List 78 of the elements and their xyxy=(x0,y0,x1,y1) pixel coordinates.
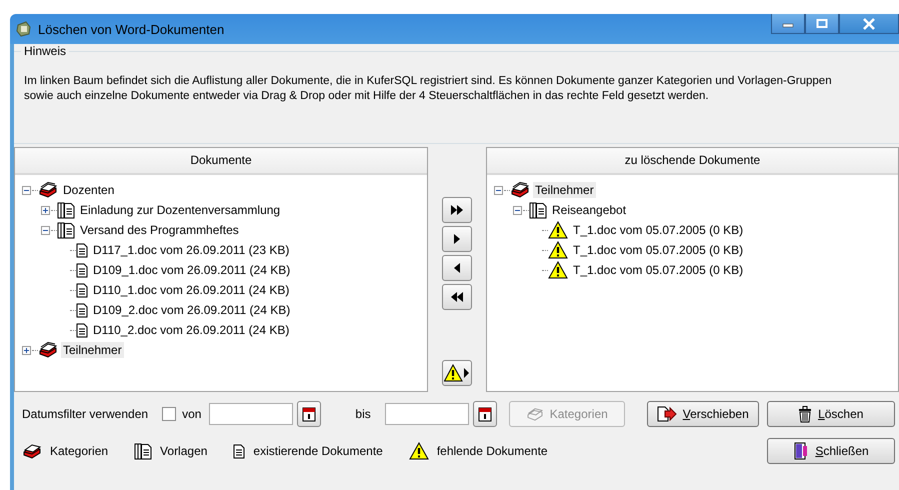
calendar-icon xyxy=(478,406,492,422)
date-filter-label: Datumsfilter verwenden xyxy=(22,407,148,421)
legend-label: Vorlagen xyxy=(160,444,208,458)
door-icon xyxy=(793,442,810,460)
tree-item[interactable]: Einladung zur Dozentenversammlung xyxy=(78,202,282,218)
move-missing-button[interactable] xyxy=(442,360,472,386)
maximize-icon xyxy=(816,18,828,28)
tree-item[interactable]: T_1.doc vom 05.07.2005 (0 KB) xyxy=(571,262,746,278)
trash-can-icon xyxy=(798,406,812,422)
app-icon xyxy=(16,21,32,37)
page-stack-icon xyxy=(134,442,152,460)
warning-icon xyxy=(548,221,568,239)
document-icon xyxy=(76,322,88,338)
calendar-button[interactable] xyxy=(472,401,497,427)
warning-icon xyxy=(548,261,568,279)
document-icon xyxy=(233,444,246,458)
delete-list-header: zu löschende Dokumente xyxy=(487,148,898,175)
left-arrow-button[interactable] xyxy=(442,255,472,281)
tree-item[interactable]: D110_1.doc vom 26.09.2011 (24 KB) xyxy=(91,282,292,298)
minimize-button[interactable] xyxy=(771,14,805,34)
legend-label: Kategorien xyxy=(50,444,108,458)
tree-item[interactable]: Teilnehmer xyxy=(533,182,596,198)
expand-icon[interactable] xyxy=(40,204,51,216)
document-icon xyxy=(76,242,88,258)
document-arrow-icon xyxy=(656,406,677,422)
drawer-stack-icon xyxy=(510,182,530,198)
right-arrow-button[interactable] xyxy=(442,226,472,252)
tree-item[interactable]: D110_2.doc vom 26.09.2011 (24 KB) xyxy=(91,322,292,338)
document-icon xyxy=(76,302,88,318)
tree-item[interactable]: Reiseangebot xyxy=(550,202,628,218)
drawer-stack-icon xyxy=(526,407,544,421)
close-button[interactable] xyxy=(839,14,899,34)
maximize-button[interactable] xyxy=(805,14,839,34)
delete-button[interactable]: Löschen xyxy=(766,401,895,427)
drawer-stack-icon xyxy=(38,342,58,358)
tree-item[interactable]: T_1.doc vom 05.07.2005 (0 KB) xyxy=(571,222,746,238)
document-icon xyxy=(76,262,88,278)
collapse-icon[interactable] xyxy=(493,184,504,196)
page-stack-icon xyxy=(57,222,75,238)
calendar-icon xyxy=(302,406,316,422)
double-triangle-icon xyxy=(450,291,464,303)
collapse-icon[interactable] xyxy=(21,184,32,196)
close-icon xyxy=(862,18,876,30)
tree-item[interactable]: Dozenten xyxy=(61,182,116,198)
page-stack-icon xyxy=(529,202,547,218)
window-title: Löschen von Word-Dokumenten xyxy=(38,22,226,36)
tree-item[interactable]: D109_1.doc vom 26.09.2011 (24 KB) xyxy=(91,262,292,278)
page-stack-icon xyxy=(57,202,75,218)
documents-header: Dokumente xyxy=(15,148,427,175)
drawer-stack-icon xyxy=(22,443,42,459)
double-left-arrow-button[interactable] xyxy=(442,284,472,310)
collapse-icon[interactable] xyxy=(40,224,51,236)
tree-item[interactable]: Teilnehmer xyxy=(61,342,124,358)
collapse-icon[interactable] xyxy=(512,204,523,216)
to-label: bis xyxy=(355,407,371,421)
drawer-stack-icon xyxy=(38,182,58,198)
tree-item[interactable]: T_1.doc vom 05.07.2005 (0 KB) xyxy=(571,242,746,258)
legend-label: existierende Dokumente xyxy=(253,444,383,458)
to-date-field[interactable] xyxy=(384,403,469,425)
document-icon xyxy=(76,282,88,298)
from-label: von xyxy=(182,407,202,421)
warning-icon xyxy=(408,442,429,460)
expand-icon[interactable] xyxy=(21,344,32,356)
hint-title: Hinweis xyxy=(23,44,68,58)
tree-item[interactable]: Versand des Programmheftes xyxy=(78,222,241,238)
warning-arrow-icon xyxy=(444,364,470,382)
close-dialog-button[interactable]: Schließen xyxy=(767,438,895,464)
double-right-arrow-button[interactable] xyxy=(442,197,472,223)
from-date-field[interactable] xyxy=(209,403,294,425)
warning-icon xyxy=(548,241,568,259)
hint-text: Im linken Baum befindet sich die Auflistung aller Dokumente, die in KuferSQL registriert sind. Es können Dokumente ganzer Kategorien und Vorlagen-Gruppen sowie auch einzelne Dokumente entweder via Drag & Drop oder mit Hilfe der 4 Steuerschaltflächen in das rechte Feld gesetzt werden. xyxy=(24,74,833,104)
double-triangle-icon xyxy=(450,204,464,216)
legend-label: fehlende Dokumente xyxy=(436,444,548,458)
move-button[interactable]: Verschieben xyxy=(646,401,759,427)
calendar-button[interactable] xyxy=(297,401,322,427)
date-filter-checkbox[interactable] xyxy=(162,407,176,421)
tree-item[interactable]: D109_2.doc vom 26.09.2011 (24 KB) xyxy=(91,302,292,318)
tree-item[interactable]: D117_1.doc vom 26.09.2011 (23 KB) xyxy=(91,242,292,258)
